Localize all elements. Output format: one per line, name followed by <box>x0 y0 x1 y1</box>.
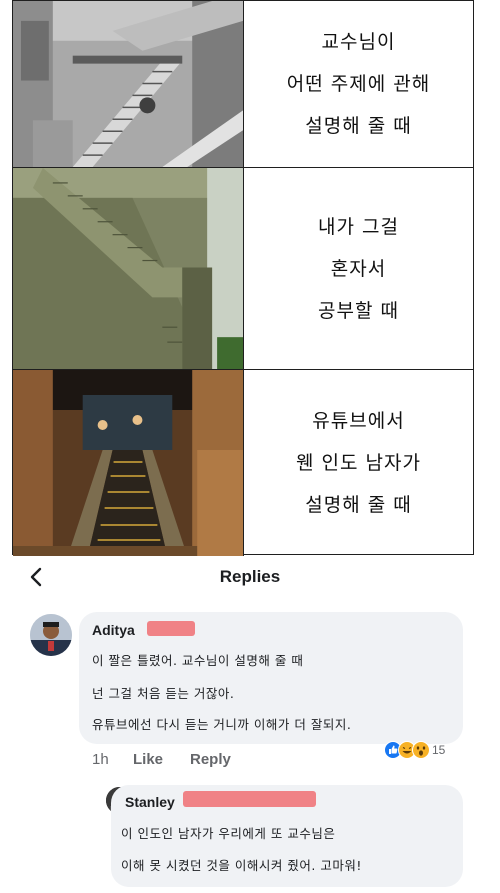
redaction-mark <box>147 621 195 636</box>
meme-row-professor: 교수님이 어떤 주제에 관해 설명해 줄 때 <box>13 1 473 168</box>
meme-caption-3: 유튜브에서 웬 인도 남자가 설명해 줄 때 <box>244 370 473 556</box>
like-button[interactable]: Like <box>133 751 163 768</box>
meme-caption-1: 교수님이 어떤 주제에 관해 설명해 줄 때 <box>244 1 473 167</box>
avatar[interactable] <box>30 614 72 656</box>
wall-stairs-image <box>13 168 244 369</box>
caption-line: 웬 인도 남자가 <box>296 452 421 474</box>
comment-timestamp: 1h <box>92 751 109 768</box>
reaction-summary[interactable]: 15 <box>384 740 445 760</box>
caption-line: 설명해 줄 때 <box>305 494 412 516</box>
wow-reaction-icon <box>412 741 430 759</box>
comment-text-line: 유튜브에선 다시 듣는 거니까 이해가 더 잘되지. <box>92 717 352 732</box>
meme-image: 교수님이 어떤 주제에 관해 설명해 줄 때 내가 그걸 혼자서 공부할 때 유… <box>12 0 474 556</box>
meme-row-self-study: 내가 그걸 혼자서 공부할 때 <box>13 168 473 370</box>
comment-author[interactable]: Stanley <box>125 794 175 810</box>
reply-button[interactable]: Reply <box>190 751 231 768</box>
reaction-count: 15 <box>432 743 446 757</box>
meme-caption-2: 내가 그걸 혼자서 공부할 때 <box>244 168 473 369</box>
comment-author[interactable]: Aditya <box>92 622 135 638</box>
redaction-mark <box>183 791 316 807</box>
caption-line: 설명해 줄 때 <box>305 115 412 137</box>
escher-stairs-image <box>13 1 244 167</box>
comment-text-line: 이해 못 시켰던 것을 이해시켜 줬어. 고마워! <box>121 858 362 873</box>
caption-line: 내가 그걸 <box>318 215 399 238</box>
caption-line: 혼자서 <box>330 257 387 280</box>
meme-row-youtube: 유튜브에서 웬 인도 남자가 설명해 줄 때 <box>13 370 473 556</box>
comment-text-line: 이 짤은 틀렸어. 교수님이 설명해 줄 때 <box>92 653 304 668</box>
caption-line: 교수님이 <box>321 31 396 53</box>
comment-text-line: 이 인도인 남자가 우리에게 또 교수님은 <box>121 826 336 841</box>
caption-line: 어떤 주제에 관해 <box>286 73 431 95</box>
page-title: Replies <box>219 567 281 586</box>
caption-line: 공부할 때 <box>318 299 399 322</box>
escalator-image <box>13 370 244 556</box>
comment-text-line: 넌 그걸 처음 듣는 거잖아. <box>92 686 235 701</box>
replies-header: Replies <box>0 557 500 599</box>
caption-line: 유튜브에서 <box>312 410 405 432</box>
